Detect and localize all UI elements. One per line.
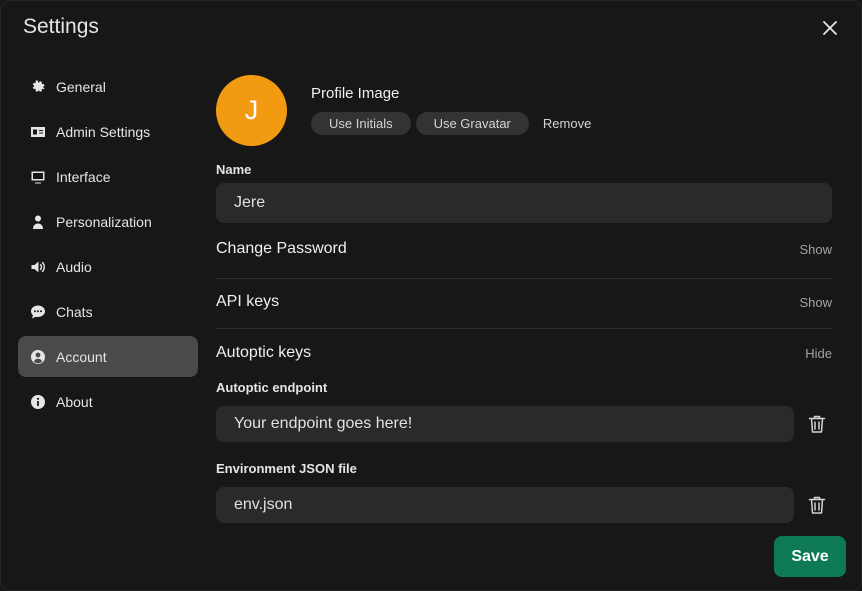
nav-label-interface: Interface (56, 168, 111, 185)
nav-item-about[interactable]: About (18, 381, 198, 422)
chat-bubble-icon (30, 304, 46, 320)
nav-label-audio: Audio (56, 258, 92, 275)
info-icon (30, 394, 46, 410)
delete-env-json-button[interactable] (807, 494, 827, 516)
avatar-initial: J (244, 95, 259, 125)
nav-label-about: About (56, 393, 93, 410)
api-keys-title: API keys (216, 293, 280, 310)
api-keys-toggle[interactable]: Show (799, 295, 832, 310)
change-password-toggle[interactable]: Show (799, 242, 832, 257)
avatar[interactable]: J (216, 75, 287, 146)
env-json-label: Environment JSON file (216, 461, 357, 476)
trash-icon (808, 496, 826, 514)
nav-label-personalization: Personalization (56, 213, 152, 230)
settings-dialog: Settings General Admin Settings Interfac… (0, 0, 862, 591)
nav-item-general[interactable]: General (18, 66, 198, 107)
nav-item-interface[interactable]: Interface (18, 156, 198, 197)
save-button[interactable]: Save (774, 536, 846, 577)
name-label: Name (216, 162, 252, 177)
use-initials-button[interactable]: Use Initials (311, 112, 411, 135)
divider (216, 328, 832, 329)
nav-item-chats[interactable]: Chats (18, 291, 198, 332)
name-input[interactable]: Jere (216, 183, 832, 223)
nav-label-chats: Chats (56, 303, 93, 320)
autoptic-endpoint-input[interactable]: Your endpoint goes here! (216, 406, 794, 442)
gear-icon (30, 79, 46, 95)
speaker-icon (30, 259, 46, 275)
nav-item-audio[interactable]: Audio (18, 246, 198, 287)
autoptic-keys-title: Autoptic keys (216, 344, 312, 361)
trash-icon (808, 415, 826, 433)
monitor-icon (30, 169, 46, 185)
remove-image-button[interactable]: Remove (534, 112, 600, 135)
api-keys-row: API keys Show (216, 293, 832, 311)
nav-label-admin-settings: Admin Settings (56, 123, 151, 140)
person-icon (30, 214, 46, 230)
profile-image-actions: Use Initials Use Gravatar Remove (311, 112, 600, 135)
autoptic-endpoint-label: Autoptic endpoint (216, 380, 328, 395)
nav-label-general: General (56, 78, 106, 95)
use-gravatar-button[interactable]: Use Gravatar (415, 112, 529, 135)
autoptic-keys-row: Autoptic keys Hide (216, 344, 832, 362)
dialog-title: Settings (23, 15, 99, 38)
close-icon (823, 21, 837, 35)
change-password-row: Change Password Show (216, 240, 832, 258)
divider (216, 278, 832, 279)
nav-label-account: Account (56, 348, 107, 365)
close-button[interactable] (819, 17, 841, 39)
env-json-input[interactable]: env.json (216, 487, 794, 523)
change-password-title: Change Password (216, 240, 347, 257)
settings-nav: General Admin Settings Interface Persona… (18, 66, 198, 426)
nav-item-account[interactable]: Account (18, 336, 198, 377)
user-circle-icon (30, 349, 46, 365)
delete-endpoint-button[interactable] (807, 413, 827, 435)
id-card-icon (30, 124, 46, 140)
profile-image-label: Profile Image (311, 85, 400, 102)
nav-item-personalization[interactable]: Personalization (18, 201, 198, 242)
nav-item-admin-settings[interactable]: Admin Settings (18, 111, 198, 152)
autoptic-keys-toggle[interactable]: Hide (805, 346, 832, 361)
